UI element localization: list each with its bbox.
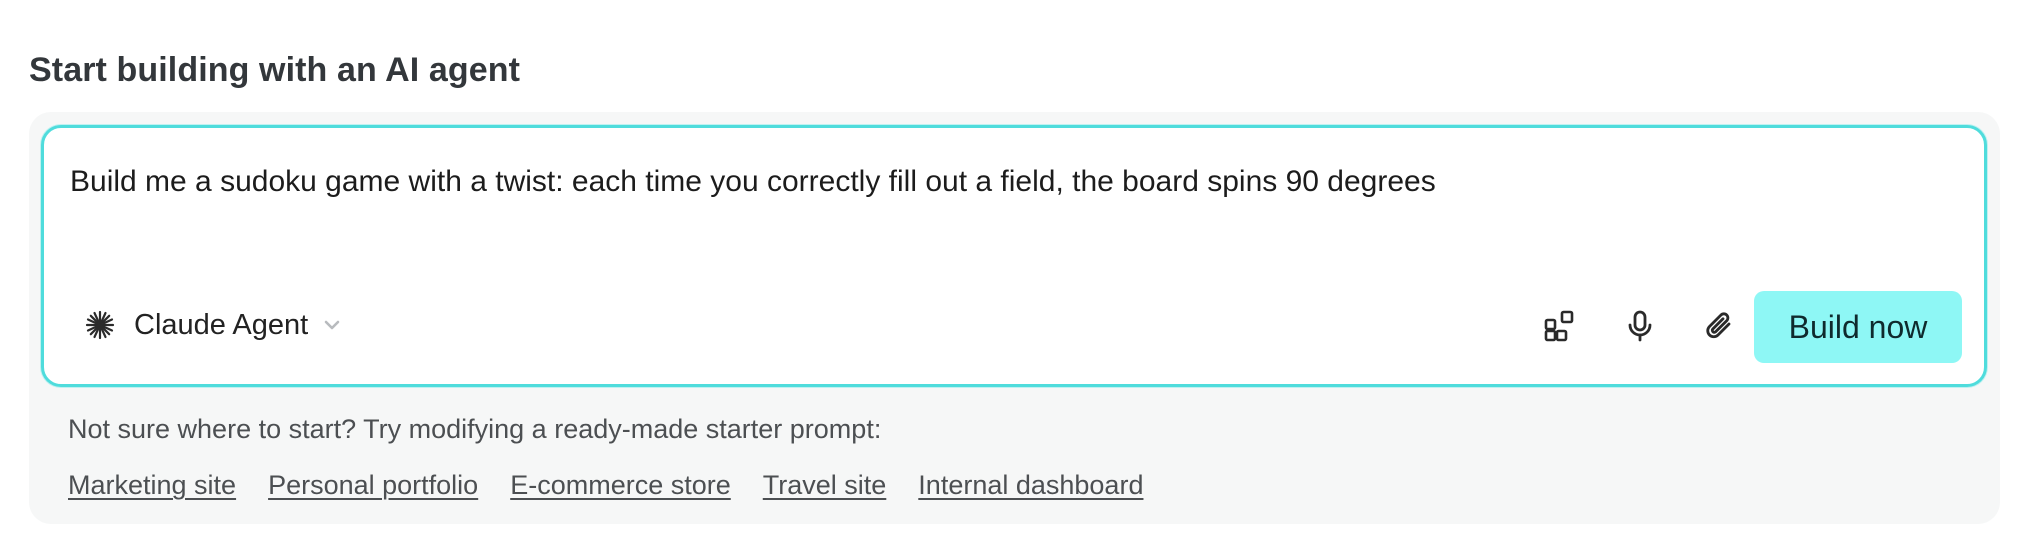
paperclip-icon bbox=[1706, 312, 1731, 339]
apps-grid-icon bbox=[1544, 310, 1574, 342]
prompt-box[interactable]: Build me a sudoku game with a twist: eac… bbox=[41, 125, 1987, 387]
voice-input-button[interactable] bbox=[1614, 300, 1666, 352]
page-title: Start building with an AI agent bbox=[29, 51, 521, 89]
starter-link-marketing-site[interactable]: Marketing site bbox=[68, 468, 236, 502]
starter-prompt-links: Marketing site Personal portfolio E-comm… bbox=[68, 468, 1143, 502]
microphone-icon bbox=[1628, 310, 1652, 342]
chevron-down-icon bbox=[324, 320, 340, 330]
integrations-button[interactable] bbox=[1534, 300, 1586, 352]
claude-spark-icon bbox=[85, 310, 115, 340]
starter-link-internal-dashboard[interactable]: Internal dashboard bbox=[918, 468, 1143, 502]
starter-link-travel-site[interactable]: Travel site bbox=[763, 468, 887, 502]
starter-hint: Not sure where to start? Try modifying a… bbox=[68, 414, 882, 444]
build-now-button[interactable]: Build now bbox=[1754, 291, 1962, 363]
agent-start-page: Start building with an AI agent Build me… bbox=[0, 0, 2018, 554]
starter-link-ecommerce-store[interactable]: E-commerce store bbox=[510, 468, 731, 502]
attach-file-button[interactable] bbox=[1694, 300, 1746, 352]
model-selector-label: Claude Agent bbox=[134, 308, 309, 341]
prompt-input[interactable]: Build me a sudoku game with a twist: eac… bbox=[70, 162, 1950, 202]
model-selector[interactable]: Claude Agent bbox=[84, 303, 342, 347]
starter-link-personal-portfolio[interactable]: Personal portfolio bbox=[268, 468, 478, 502]
prompt-panel: Build me a sudoku game with a twist: eac… bbox=[29, 112, 2000, 524]
